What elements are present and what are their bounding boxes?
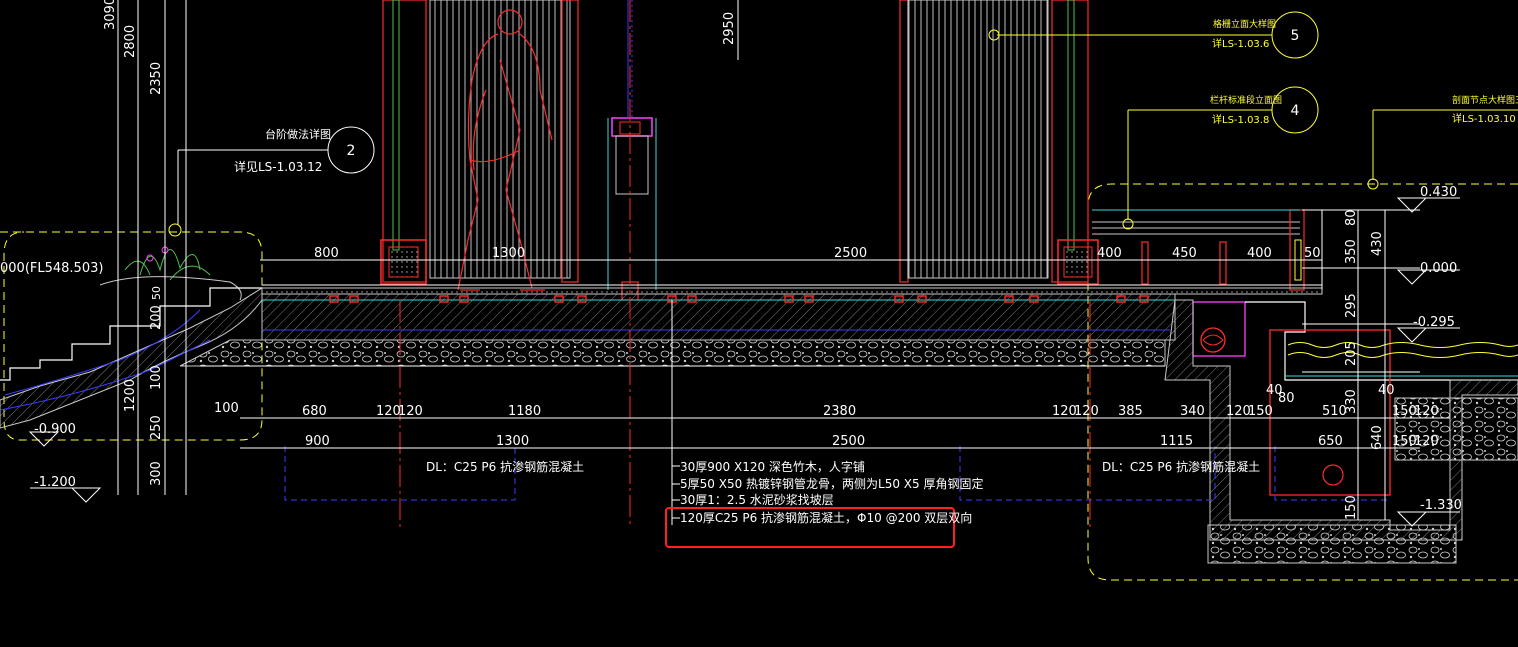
vdim-150: 150 xyxy=(1344,495,1359,520)
vdim-640: 640 xyxy=(1370,425,1385,450)
dim-400b: 400 xyxy=(1247,246,1272,261)
row1-120d: 120 xyxy=(1074,404,1099,419)
elev-r-top: 0.430 xyxy=(1420,185,1457,200)
planting xyxy=(99,246,242,301)
cad-canvas[interactable]: 2 台阶做法详图 详见LS-1.03.12 4 栏杆标准段立面图 详LS-1.0… xyxy=(0,0,1518,647)
vdim-lv100: 100 xyxy=(149,365,164,390)
note-4: 120厚C25 P6 抗渗钢筋混凝土，Φ10 @200 双层双向 xyxy=(680,510,972,525)
row1-80: 80 xyxy=(1278,391,1295,406)
vdim-lv250: 250 xyxy=(149,415,164,440)
dim-2500-top: 2500 xyxy=(834,246,867,261)
row1-2380: 2380 xyxy=(823,404,856,419)
note-3: 30厚1：2.5 水泥砂浆找坡层 xyxy=(680,492,834,507)
dim-1300-top: 1300 xyxy=(492,246,525,261)
dim-450: 450 xyxy=(1172,246,1197,261)
grille-panel-left xyxy=(380,0,579,285)
row1-150a: 150 xyxy=(1248,404,1273,419)
callout-4-ref: 详LS-1.03.8 xyxy=(1212,113,1269,126)
row2-120: 120 xyxy=(1414,434,1439,449)
row1-385: 385 xyxy=(1118,404,1143,419)
center-post xyxy=(607,0,657,301)
elev-left-mid: -0.900 xyxy=(34,422,76,437)
row1-340: 340 xyxy=(1180,404,1205,419)
callout-4-number: 4 xyxy=(1291,103,1300,119)
vdim-3090: 3090 xyxy=(103,0,118,30)
grille-panel-right xyxy=(899,0,1099,285)
elev-left-bot: -1.200 xyxy=(34,475,76,490)
row1-680: 680 xyxy=(302,404,327,419)
row1-120b: 120 xyxy=(398,404,423,419)
dim-800: 800 xyxy=(314,246,339,261)
callout-5-number: 5 xyxy=(1291,28,1300,44)
row2-2500: 2500 xyxy=(832,434,865,449)
row2-1115: 1115 xyxy=(1160,434,1193,449)
callout-2-ref: 详见LS-1.03.12 xyxy=(234,159,322,174)
vdim-2350: 2350 xyxy=(149,62,164,95)
note-2: 5厚50 X50 热镀锌钢管龙骨，两侧为L50 X5 厚角钢固定 xyxy=(680,476,983,491)
row1-100: 100 xyxy=(214,401,239,416)
vdim-2800: 2800 xyxy=(123,25,138,58)
row1-120f: 120 xyxy=(1414,404,1439,419)
elev-r-low: -1.330 xyxy=(1420,498,1462,513)
note-1: 30厚900 X120 深色竹木，人字铺 xyxy=(680,459,865,474)
vdim-lv50: 50 xyxy=(150,286,163,300)
row2-900: 900 xyxy=(305,434,330,449)
vdim-lv300: 300 xyxy=(149,461,164,486)
elev-r-zero: 0.000 xyxy=(1420,261,1457,276)
callout-6-title: 剖面节点大样图三 xyxy=(1452,94,1518,106)
callout-5-ref: 详LS-1.03.6 xyxy=(1212,37,1269,50)
elev-r-295: -0.295 xyxy=(1413,315,1455,330)
vdim-295: 295 xyxy=(1344,293,1359,318)
row1-1180: 1180 xyxy=(508,404,541,419)
dl-label-right: DL：C25 P6 抗渗钢筋混凝土 xyxy=(1102,459,1260,474)
row1-40b: 40 xyxy=(1378,383,1395,398)
dim-50: 50 xyxy=(1304,246,1321,261)
callout-2[interactable] xyxy=(168,126,375,237)
callout-6-ref: 详LS-1.03.10 xyxy=(1452,112,1516,125)
vdim-lv1200: 1200 xyxy=(123,379,138,412)
vdim-430: 430 xyxy=(1370,231,1385,256)
vdim-80: 80 xyxy=(1344,209,1359,226)
callout-4-title: 栏杆标准段立面图 xyxy=(1210,94,1282,106)
callout-5-title: 格栅立面大样图 xyxy=(1213,18,1276,30)
callout-2-title: 台阶做法详图 xyxy=(265,127,331,141)
row2-650: 650 xyxy=(1318,434,1343,449)
dim-400a: 400 xyxy=(1097,246,1122,261)
vdim-205: 205 xyxy=(1344,341,1359,366)
dl-label-left: DL：C25 P6 抗渗钢筋混凝土 xyxy=(426,459,584,474)
vdim-350: 350 xyxy=(1344,239,1359,264)
elev-left-top: 000(FL548.503) xyxy=(0,261,103,276)
vdim-lv200: 200 xyxy=(149,305,164,330)
row2-1300: 1300 xyxy=(496,434,529,449)
vdim-2950: 2950 xyxy=(722,12,737,45)
callout-4[interactable] xyxy=(1122,86,1319,230)
callout-2-number: 2 xyxy=(347,143,356,159)
row1-510: 510 xyxy=(1322,404,1347,419)
